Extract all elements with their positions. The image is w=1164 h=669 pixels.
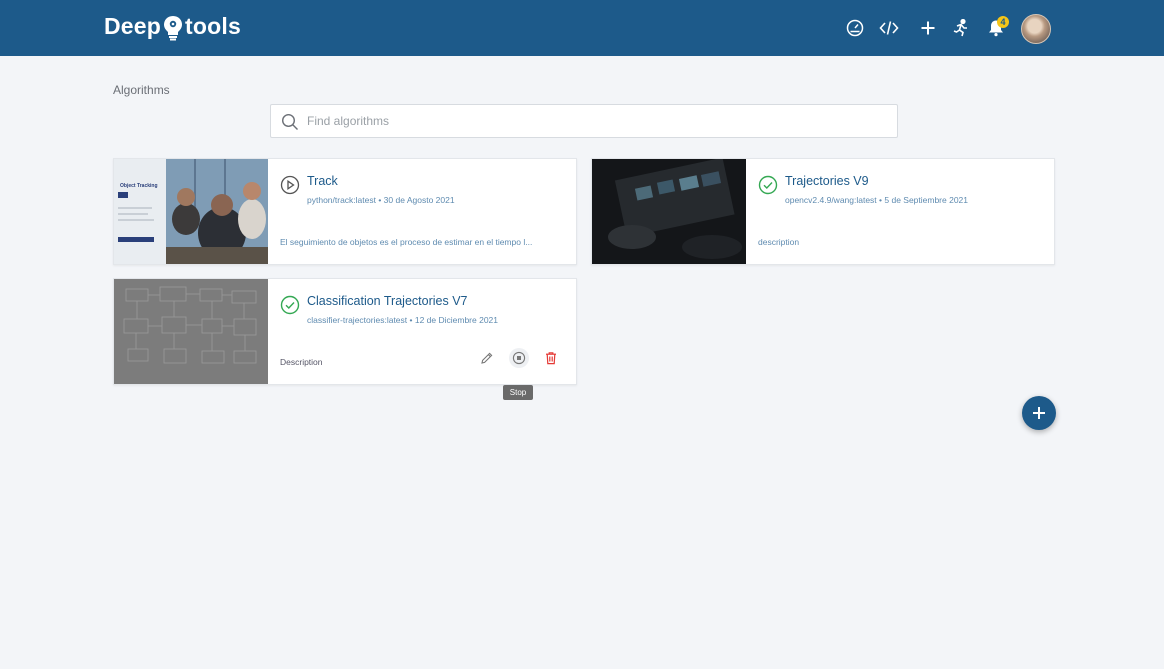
card-description: description — [758, 237, 800, 247]
algorithm-card-trajectories-v9[interactable]: Trajectories V9 opencv2.4.9/wang:latest … — [591, 158, 1055, 265]
runner-icon[interactable] — [951, 18, 971, 38]
avatar[interactable] — [1021, 14, 1051, 44]
card-title[interactable]: Classification Trajectories V7 — [307, 294, 467, 308]
algorithm-card-classification-trajectories-v7[interactable]: Classification Trajectories V7 classifie… — [113, 278, 577, 385]
dashboard-icon[interactable] — [845, 18, 865, 38]
code-icon[interactable] — [879, 18, 899, 38]
top-navbar: Deep tools 4 — [0, 0, 1164, 56]
card-description: El seguimiento de objetos es el proceso … — [280, 237, 533, 247]
plus-icon — [1033, 407, 1045, 419]
notification-badge: 4 — [997, 16, 1009, 28]
card-meta: opencv2.4.9/wang:latest • 5 de Septiembr… — [785, 195, 969, 205]
delete-icon[interactable] — [541, 348, 561, 368]
search-bar — [270, 104, 898, 138]
card-thumbnail — [592, 159, 746, 264]
card-meta: classifier-trajectories:latest • 12 de D… — [307, 315, 499, 325]
lightbulb-logo-icon — [164, 15, 183, 40]
stop-tooltip: Stop — [503, 385, 533, 400]
card-meta: python/track:latest • 30 de Agosto 2021 — [307, 195, 455, 205]
stop-icon — [512, 351, 526, 365]
card-thumbnail: Object Tracking — [114, 159, 268, 264]
app-logo[interactable]: Deep tools — [104, 13, 241, 40]
stop-button[interactable] — [509, 348, 529, 368]
plus-icon[interactable] — [918, 18, 938, 38]
page-title: Algorithms — [113, 83, 170, 97]
check-circle-icon — [758, 175, 778, 195]
thumbnail-caption: Object Tracking — [120, 183, 158, 189]
algorithm-card-track[interactable]: Object Tracking Track python/track:lates… — [113, 158, 577, 265]
check-circle-icon — [280, 295, 300, 315]
search-icon — [281, 113, 299, 136]
search-input[interactable] — [307, 105, 887, 137]
card-title[interactable]: Trajectories V9 — [785, 174, 869, 188]
play-circle-icon[interactable] — [280, 175, 300, 195]
logo-text-left: Deep — [104, 13, 162, 39]
logo-text-right: tools — [185, 13, 241, 39]
card-thumbnail — [114, 279, 268, 384]
card-description: Description — [280, 357, 323, 367]
edit-icon[interactable] — [477, 348, 497, 368]
add-algorithm-button[interactable] — [1022, 396, 1056, 430]
card-title[interactable]: Track — [307, 174, 338, 188]
